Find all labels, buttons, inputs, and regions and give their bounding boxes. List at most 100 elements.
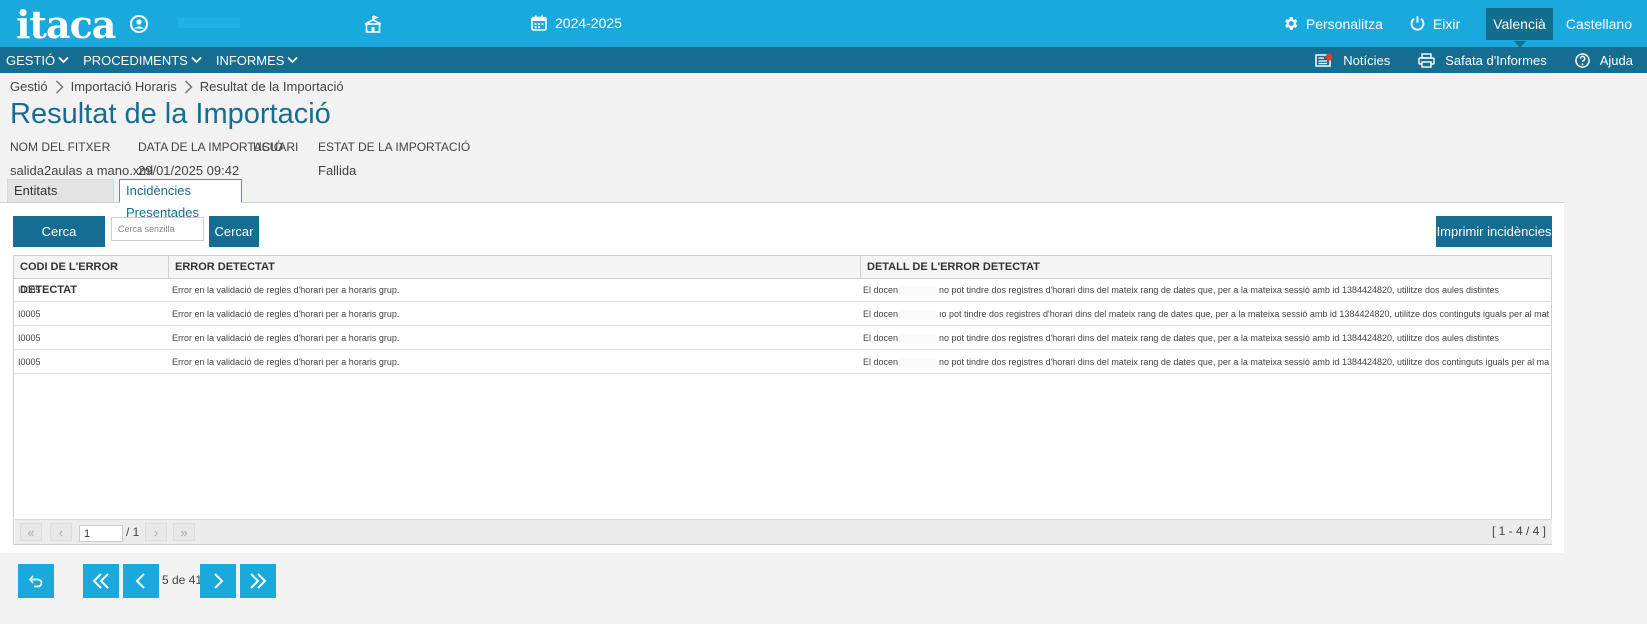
menu-gestio-label: GESTIÓ — [6, 52, 56, 68]
redacted-teacher-name — [898, 358, 936, 368]
pager-next-icon[interactable]: › — [145, 523, 167, 541]
cell-error: Error en la validació de regles d'horari… — [172, 285, 400, 295]
incidents-panel: Cerca avançada Cercar Imprimir incidènci… — [0, 202, 1564, 553]
column-header-error[interactable]: ERROR DETECTAT — [169, 256, 861, 279]
chevron-left-icon — [135, 573, 145, 589]
cell-error: Error en la validació de regles d'horari… — [172, 333, 400, 343]
school-icon[interactable] — [363, 14, 383, 34]
cell-code: I0005 — [18, 309, 41, 319]
tab-entitats-processades[interactable]: Entitats Processades — [7, 179, 114, 220]
cell-detail-prefix: El docent — [863, 285, 901, 295]
cell-code: I0005 — [18, 357, 41, 367]
previous-record-button[interactable] — [123, 564, 159, 598]
table-row[interactable]: I0005 Error en la validació de regles d'… — [14, 351, 1551, 374]
cell-detail-prefix: El docent — [863, 309, 901, 319]
import-date-value: 29/01/2025 09:42 — [138, 163, 240, 178]
table-header: CODI DE L'ERROR DETECTAT ERROR DETECTAT … — [14, 256, 1551, 296]
breadcrumb-current: Resultat de la Importació — [199, 79, 344, 94]
nav-bar: GESTIÓ PROCEDIMENTS INFORMES Notícies Sa… — [0, 47, 1647, 73]
cell-detail: no pot tindre dos registres d'horari din… — [939, 285, 1500, 295]
table-pager: « ‹ 1 / 1 › » [ 1 - 4 / 4 ] — [15, 519, 1552, 544]
top-bar: itaca 2024-2025 Personalitza Eixir Valen… — [0, 0, 1647, 48]
power-icon — [1409, 15, 1426, 32]
help-link[interactable]: Ajuda — [1574, 52, 1633, 68]
redacted-teacher-name — [898, 286, 936, 296]
help-icon — [1574, 52, 1590, 68]
redacted-teacher-name — [898, 310, 936, 320]
table-row[interactable]: I0005 Error en la validació de regles d'… — [14, 279, 1551, 302]
itaca-logo[interactable]: itaca — [16, 2, 116, 47]
calendar-icon — [531, 15, 547, 31]
print-incidents-button[interactable]: Imprimir incidències — [1436, 216, 1552, 247]
reports-tray-label: Safata d'Informes — [1445, 52, 1547, 68]
chevron-down-icon — [191, 56, 202, 64]
cell-detail-prefix: El docent — [863, 333, 901, 343]
logout-button[interactable]: Eixir — [1409, 15, 1460, 32]
logout-label: Eixir — [1432, 15, 1461, 32]
breadcrumb-gestio[interactable]: Gestió — [10, 79, 48, 94]
personalize-label: Personalitza — [1305, 15, 1383, 32]
school-year: 2024-2025 — [555, 15, 622, 31]
cell-detail-prefix: El docent — [863, 357, 901, 367]
news-label: Notícies — [1343, 52, 1391, 68]
gear-icon — [1282, 15, 1299, 32]
cell-error: Error en la validació de regles d'horari… — [172, 357, 400, 367]
first-record-button[interactable] — [83, 564, 119, 598]
file-name-label: NOM DEL FITXER — [10, 140, 111, 154]
chevron-right-icon — [214, 573, 224, 589]
user-icon[interactable] — [130, 15, 148, 33]
menu-informes-label: INFORMES — [215, 52, 285, 68]
printer-icon — [1418, 52, 1435, 68]
import-status-label: ESTAT DE LA IMPORTACIÓ — [318, 140, 471, 154]
column-header-code[interactable]: CODI DE L'ERROR DETECTAT — [14, 256, 169, 296]
breadcrumb: Gestió Importació Horaris Resultat de la… — [10, 79, 344, 94]
reports-tray-link[interactable]: Safata d'Informes — [1418, 52, 1547, 68]
lang-valencia-wrap: Valencià — [1486, 7, 1553, 48]
import-status-value: Fallida — [318, 163, 357, 178]
file-name-value: salida2aulas a mano.xml — [10, 163, 154, 178]
back-button[interactable] — [18, 564, 54, 598]
menu-informes[interactable]: INFORMES — [216, 53, 299, 68]
news-link[interactable]: Notícies — [1315, 53, 1390, 68]
chevron-down-icon — [287, 56, 299, 64]
pager-page-input[interactable]: 1 — [79, 525, 123, 542]
chevron-right-icon — [184, 79, 193, 94]
last-record-button[interactable] — [240, 564, 276, 598]
double-chevron-right-icon — [250, 573, 267, 589]
table-row[interactable]: I0005 Error en la validació de regles d'… — [14, 327, 1551, 350]
chevron-down-icon — [58, 56, 69, 64]
next-record-button[interactable] — [200, 564, 236, 598]
pager-range-info: [ 1 - 4 / 4 ] — [1491, 524, 1546, 538]
cell-error: Error en la validació de regles d'horari… — [172, 309, 400, 319]
breadcrumb-importacio[interactable]: Importació Horaris — [71, 79, 177, 94]
advanced-search-button[interactable]: Cerca avançada — [13, 216, 105, 270]
page-title: Resultat de la Importació — [10, 98, 331, 130]
help-label: Ajuda — [1599, 52, 1633, 68]
user-label: USUARI — [253, 140, 299, 154]
pager-last-icon[interactable]: » — [173, 523, 195, 541]
cell-code: I0005 — [18, 285, 41, 295]
table-row[interactable]: I0005 Error en la validació de regles d'… — [14, 303, 1551, 326]
column-header-detail[interactable]: DETALL DE L'ERROR DETECTAT — [861, 256, 1551, 279]
menu-gestio[interactable]: GESTIÓ — [6, 53, 69, 68]
lang-castellano[interactable]: Castellano — [1559, 8, 1639, 40]
search-button[interactable]: Cercar — [209, 216, 259, 247]
school-year-selector[interactable]: 2024-2025 — [531, 15, 622, 31]
lang-valencia[interactable]: Valencià — [1486, 7, 1553, 40]
menu-procediments[interactable]: PROCEDIMENTS — [83, 53, 202, 68]
cell-detail: no pot tindre dos registres d'horari din… — [939, 357, 1549, 367]
incidents-table: CODI DE L'ERROR DETECTAT ERROR DETECTAT … — [13, 255, 1552, 545]
pager-prev-icon[interactable]: ‹ — [50, 523, 72, 541]
cell-code: I0005 — [18, 333, 41, 343]
menu-procediments-label: PROCEDIMENTS — [83, 52, 188, 68]
record-position: 5 de 41 — [162, 573, 203, 587]
cell-detail: no pot tindre dos registres d'horari din… — [939, 333, 1500, 343]
personalize-button[interactable]: Personalitza — [1282, 15, 1383, 32]
user-name-redacted — [178, 18, 240, 28]
pager-total: / 1 — [126, 525, 140, 539]
cell-detail: ıo pot tindre dos registres d'horari din… — [939, 309, 1549, 319]
redacted-teacher-name — [898, 334, 936, 344]
pager-first-icon[interactable]: « — [20, 523, 42, 541]
chevron-right-icon — [55, 79, 64, 94]
tab-incidencies-presentades[interactable]: Incidències Presentades — [119, 179, 242, 220]
